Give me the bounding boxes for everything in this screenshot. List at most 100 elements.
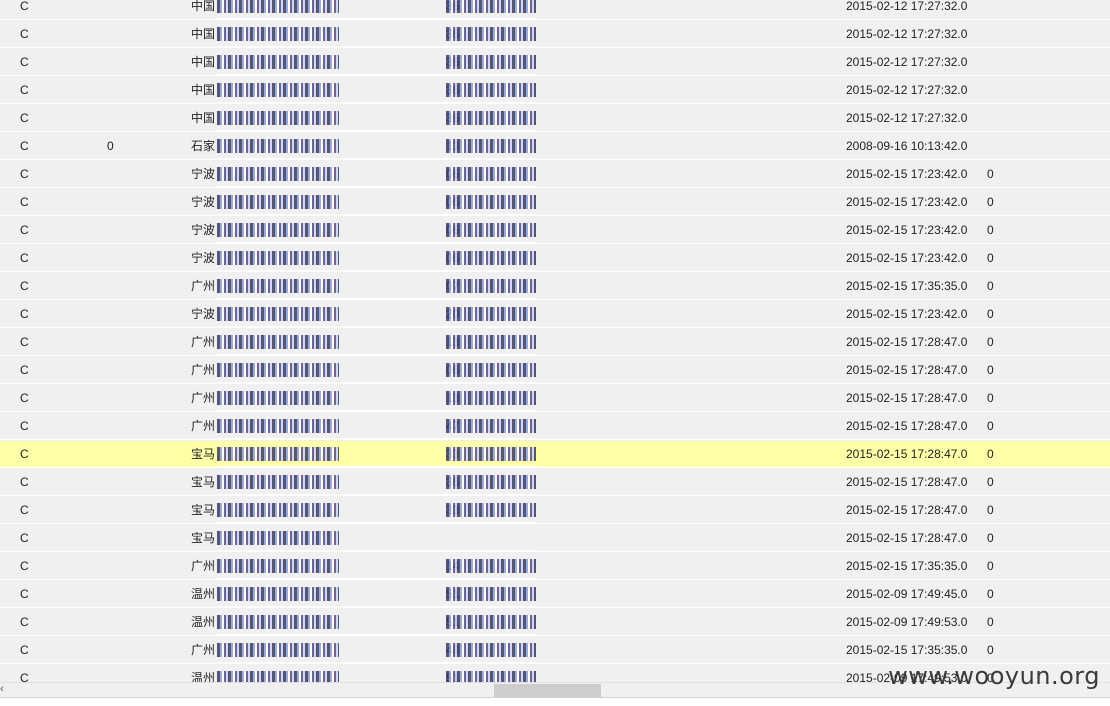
redacted-code — [446, 0, 536, 13]
cell-type: C — [20, 55, 29, 69]
table-row[interactable]: C广州062015-02-15 17:28:47.00 — [0, 357, 1110, 384]
row-separator — [217, 130, 537, 132]
table-row[interactable]: C0石家132008-09-16 10:13:42.0 — [0, 133, 1110, 160]
redacted-name — [217, 615, 339, 629]
table-row[interactable]: C温州512015-02-09 17:49:53.00 — [0, 609, 1110, 636]
cell-time: 2008-09-16 10:13:42.0 — [846, 139, 968, 153]
row-separator — [217, 438, 537, 440]
cell-name: 中国 — [191, 83, 216, 97]
table-row[interactable]: C中国362015-02-12 17:27:32.0 — [0, 49, 1110, 76]
table-row[interactable]: C 宝马 2015-02-15 17:28:47.0 0 — [0, 525, 1110, 552]
cell-type: C — [20, 419, 29, 433]
row-separator — [217, 214, 537, 216]
cell-type: C — [20, 167, 29, 181]
redacted-code — [446, 223, 536, 237]
cell-time: 2015-02-09 17:49:45.0 — [846, 587, 968, 601]
redacted-code — [446, 195, 536, 209]
redacted-name — [217, 335, 339, 349]
redacted-name — [217, 223, 339, 237]
table-row[interactable]: C宁波062015-02-15 17:23:42.00 — [0, 245, 1110, 272]
table-row[interactable]: C中国362015-02-12 17:27:32.0 — [0, 105, 1110, 132]
chevron-left-icon[interactable]: ‹ — [0, 683, 10, 698]
redacted-code — [446, 167, 536, 181]
redacted-name — [217, 587, 339, 601]
cell-time: 2015-02-15 17:28:47.0 — [846, 391, 968, 405]
row-separator — [217, 522, 537, 524]
cell-type: C — [20, 559, 29, 573]
scrollbar-thumb[interactable] — [494, 684, 601, 697]
redacted-code — [446, 419, 536, 433]
cell-time: 2015-02-15 17:28:47.0 — [846, 447, 968, 461]
cell-time: 2015-02-12 17:27:32.0 — [846, 83, 968, 97]
cell-time: 2015-02-15 17:35:35.0 — [846, 279, 968, 293]
row-separator — [217, 326, 537, 328]
cell-name: 广州 — [191, 419, 216, 433]
cell-time: 2015-02-15 17:23:42.0 — [846, 195, 968, 209]
cell-flag: 0 — [987, 195, 994, 209]
cell-type: C — [20, 475, 29, 489]
table-row-selected[interactable]: C宝马332015-02-15 17:28:47.00 — [0, 441, 1110, 468]
table-row[interactable]: C广州132015-02-15 17:28:47.00 — [0, 385, 1110, 412]
table-row[interactable]: C广州072015-02-15 17:35:35.00 — [0, 273, 1110, 300]
cell-type: C — [20, 279, 29, 293]
table-row[interactable]: C广州482015-02-15 17:35:35.00 — [0, 637, 1110, 664]
redacted-name — [217, 363, 339, 377]
cell-time: 2015-02-15 17:23:42.0 — [846, 167, 968, 181]
cell-flag: 0 — [987, 615, 994, 629]
redacted-code — [446, 559, 536, 573]
cell-type: C — [20, 307, 29, 321]
table-row[interactable]: C中国362015-02-12 17:27:32.0 — [0, 21, 1110, 48]
row-separator — [217, 74, 537, 76]
row-separator — [217, 662, 537, 664]
table-row[interactable]: C广州472015-02-15 17:28:47.00 — [0, 413, 1110, 440]
cell-type: C — [20, 27, 29, 41]
table-row[interactable]: C宁波062015-02-15 17:23:42.00 — [0, 217, 1110, 244]
table-row[interactable]: C宝马332015-02-15 17:28:47.00 — [0, 497, 1110, 524]
redacted-code — [446, 475, 536, 489]
table-row[interactable]: C宁波062015-02-15 17:23:42.00 — [0, 161, 1110, 188]
redacted-code — [446, 251, 536, 265]
table-row[interactable]: C中国362015-02-12 17:27:32.0 — [0, 77, 1110, 104]
table-row[interactable]: C宁波202015-02-15 17:23:42.00 — [0, 301, 1110, 328]
cell-name: 广州 — [191, 559, 216, 573]
row-separator — [217, 606, 537, 608]
cell-type: C — [20, 195, 29, 209]
row-separator — [217, 466, 537, 468]
cell-name: 广州 — [191, 279, 216, 293]
cell-flag: 0 — [987, 363, 994, 377]
cell-time: 2015-02-15 17:35:35.0 — [846, 559, 968, 573]
cell-flag: 0 — [987, 447, 994, 461]
redacted-name — [217, 307, 339, 321]
cell-flag: 0 — [987, 335, 994, 349]
cell-type: C — [20, 447, 29, 461]
table-row[interactable]: C广州142015-02-15 17:35:35.00 — [0, 553, 1110, 580]
redacted-code — [446, 111, 536, 125]
data-grid: C中国362015-02-12 17:27:32.0C中国362015-02-1… — [0, 0, 1110, 682]
row-separator — [217, 550, 537, 552]
table-row[interactable]: C温州512015-02-09 17:49:45.00 — [0, 581, 1110, 608]
redacted-code — [446, 335, 536, 349]
redacted-name — [217, 55, 339, 69]
redacted-name — [217, 111, 339, 125]
redacted-name — [217, 419, 339, 433]
cell-time: 2015-02-15 17:28:47.0 — [846, 503, 968, 517]
cell-type: C — [20, 587, 29, 601]
redacted-name — [217, 139, 339, 153]
watermark: www.wooyun.org — [888, 662, 1100, 690]
table-row[interactable]: C中国362015-02-12 17:27:32.0 — [0, 0, 1110, 20]
cell-type: C — [20, 223, 29, 237]
redacted-name — [217, 391, 339, 405]
cell-type: C — [20, 0, 29, 13]
cell-time: 2015-02-12 17:27:32.0 — [846, 27, 968, 41]
cell-time: 2015-02-09 17:49:53.0 — [846, 615, 968, 629]
table-row[interactable]: C宁波062015-02-15 17:23:42.00 — [0, 189, 1110, 216]
redacted-name — [217, 251, 339, 265]
cell-name: 广州 — [191, 643, 216, 657]
cell-time: 2015-02-15 17:35:35.0 — [846, 643, 968, 657]
cell-type: C — [20, 139, 29, 153]
redacted-name — [217, 83, 339, 97]
table-row[interactable]: C宝马362015-02-15 17:28:47.00 — [0, 469, 1110, 496]
table-row[interactable]: C广州132015-02-15 17:28:47.00 — [0, 329, 1110, 356]
row-separator — [217, 578, 537, 580]
cell-name: 广州 — [191, 335, 216, 349]
